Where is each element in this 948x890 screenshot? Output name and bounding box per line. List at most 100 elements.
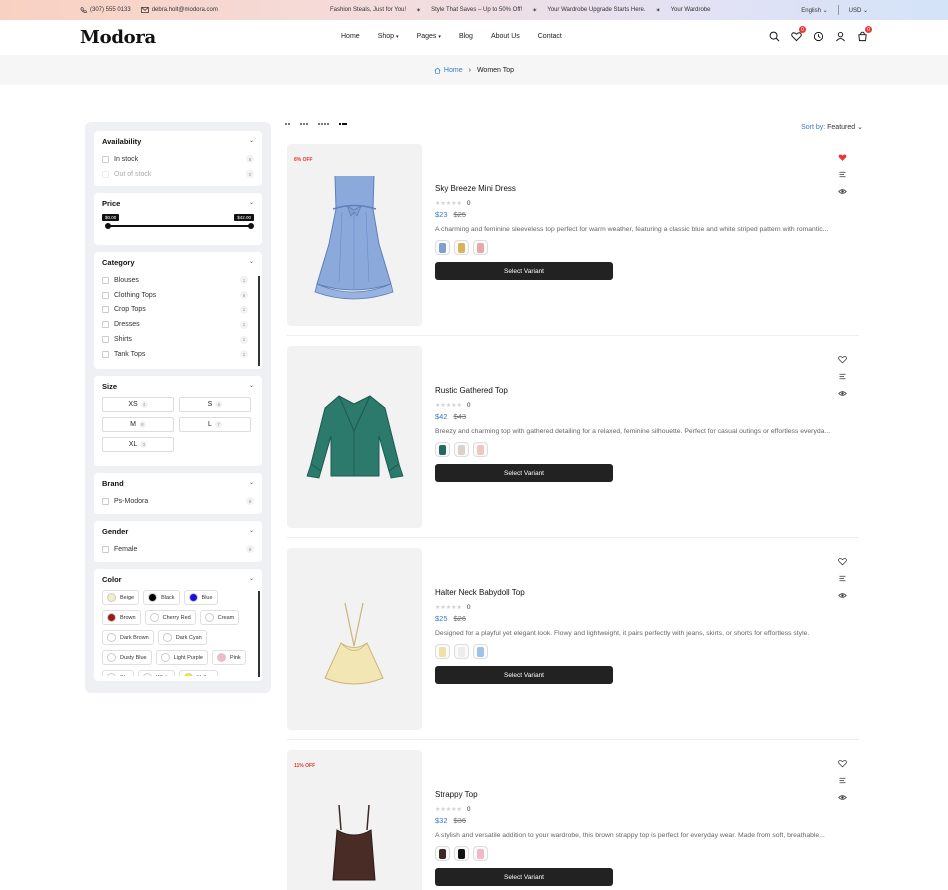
wishlist-icon[interactable]: [838, 557, 847, 566]
color-option[interactable]: Beige: [102, 590, 140, 605]
filter-option[interactable]: In stock 8: [102, 152, 254, 167]
checkbox[interactable]: [102, 306, 109, 314]
grid-2-view-icon[interactable]: [285, 123, 290, 125]
product-image[interactable]: [287, 346, 422, 528]
filter-option[interactable]: Crop Tops 1: [102, 303, 254, 318]
product-title[interactable]: Halter Neck Babydoll Top: [435, 588, 855, 597]
color-option[interactable]: Sky: [102, 670, 135, 676]
filter-option[interactable]: Clothing Tops 6: [102, 288, 254, 303]
variant-swatch[interactable]: [454, 240, 469, 255]
checkbox[interactable]: [102, 497, 109, 505]
scrollbar[interactable]: [258, 591, 260, 677]
color-option[interactable]: Dusty Blue: [102, 650, 152, 665]
grid-3-view-icon[interactable]: [300, 123, 308, 125]
compare-icon[interactable]: [838, 372, 847, 381]
quick-view-icon[interactable]: [838, 591, 847, 600]
size-option[interactable]: XS 4: [102, 397, 174, 412]
price-slider[interactable]: $0.00 $42.00: [102, 214, 254, 240]
filter-header[interactable]: Availability ⌄: [102, 137, 254, 146]
product-image[interactable]: [287, 548, 422, 730]
email-contact[interactable]: debra.holt@modora.com: [140, 7, 218, 13]
product-title[interactable]: Sky Breeze Mini Dress: [435, 184, 855, 193]
variant-swatch[interactable]: [473, 644, 488, 659]
checkbox[interactable]: [102, 276, 109, 284]
grid-4-view-icon[interactable]: [318, 123, 329, 125]
filter-option[interactable]: Shirts 1: [102, 332, 254, 347]
variant-swatch[interactable]: [473, 846, 488, 861]
filter-header[interactable]: Category ⌄: [102, 258, 254, 267]
filter-header[interactable]: Color ⌄: [102, 575, 254, 584]
variant-swatch[interactable]: [435, 644, 450, 659]
nav-blog[interactable]: Blog: [459, 33, 473, 40]
currency-selector[interactable]: USD ⌄: [849, 7, 868, 14]
product-title[interactable]: Strappy Top: [435, 790, 855, 799]
variant-swatch[interactable]: [435, 442, 450, 457]
color-option[interactable]: Cream: [199, 610, 240, 625]
variant-swatch[interactable]: [454, 846, 469, 861]
scrollbar[interactable]: [258, 276, 260, 366]
color-option[interactable]: White: [138, 670, 176, 676]
nav-pages[interactable]: Pages ▾: [417, 33, 441, 40]
select-variant-button[interactable]: Select Variant: [435, 464, 613, 482]
variant-swatch[interactable]: [454, 442, 469, 457]
filter-option[interactable]: Tank Tops 2: [102, 347, 254, 362]
nav-contact[interactable]: Contact: [538, 33, 562, 40]
size-option[interactable]: XL 3: [102, 437, 174, 452]
select-variant-button[interactable]: Select Variant: [435, 666, 613, 684]
size-option[interactable]: S6: [179, 397, 251, 412]
nav-about[interactable]: About Us: [491, 33, 520, 40]
color-option[interactable]: Blue: [183, 590, 218, 605]
product-image[interactable]: 8% OFF: [287, 144, 422, 326]
variant-swatch[interactable]: [435, 240, 450, 255]
price-min-handle[interactable]: [105, 223, 111, 229]
size-option[interactable]: M8: [102, 417, 174, 432]
variant-swatch[interactable]: [435, 846, 450, 861]
nav-home[interactable]: Home: [341, 33, 360, 40]
quick-view-icon[interactable]: [838, 187, 847, 196]
wishlist-icon[interactable]: [838, 355, 847, 364]
breadcrumb-home[interactable]: Home: [434, 67, 463, 74]
history-icon[interactable]: [812, 30, 824, 42]
checkbox[interactable]: [102, 350, 109, 358]
filter-option[interactable]: Blouses 1: [102, 273, 254, 288]
compare-icon[interactable]: [838, 574, 847, 583]
color-option[interactable]: Yellow: [179, 670, 218, 676]
filter-header[interactable]: Size ⌄: [102, 382, 254, 391]
color-option[interactable]: Light Purple: [155, 650, 208, 665]
checkbox[interactable]: [102, 291, 109, 299]
filter-option[interactable]: Ps-Modora 8: [102, 494, 254, 509]
product-title[interactable]: Rustic Gathered Top: [435, 386, 855, 395]
wishlist-icon[interactable]: [838, 759, 847, 768]
size-option[interactable]: L7: [179, 417, 251, 432]
language-selector[interactable]: English ⌄: [801, 7, 827, 14]
color-option[interactable]: Dark Cyan: [157, 630, 207, 645]
cart-icon[interactable]: 0: [856, 26, 872, 42]
logo[interactable]: Modora: [80, 27, 156, 48]
quick-view-icon[interactable]: [838, 793, 847, 802]
color-option[interactable]: Cherry Red: [144, 610, 196, 625]
wishlist-icon[interactable]: 0: [790, 26, 806, 42]
variant-swatch[interactable]: [454, 644, 469, 659]
checkbox[interactable]: [102, 321, 109, 329]
filter-option[interactable]: Female 8: [102, 542, 254, 557]
filter-header[interactable]: Gender ⌄: [102, 527, 254, 536]
list-view-icon[interactable]: [339, 123, 347, 125]
quick-view-icon[interactable]: [838, 389, 847, 398]
product-image[interactable]: 11% OFF: [287, 750, 422, 890]
nav-shop[interactable]: Shop ▾: [378, 33, 399, 40]
checkbox[interactable]: [102, 545, 109, 553]
checkbox[interactable]: [102, 155, 109, 163]
compare-icon[interactable]: [838, 776, 847, 785]
select-variant-button[interactable]: Select Variant: [435, 868, 613, 886]
search-icon[interactable]: [768, 30, 780, 42]
variant-swatch[interactable]: [473, 442, 488, 457]
color-option[interactable]: Dark Brown: [102, 630, 154, 645]
color-option[interactable]: Brown: [102, 610, 141, 625]
filter-option[interactable]: Dresses 1: [102, 317, 254, 332]
account-icon[interactable]: [834, 30, 846, 42]
sort-dropdown[interactable]: Sort by: Featured ⌄: [801, 123, 863, 131]
color-option[interactable]: Black: [143, 590, 180, 605]
price-max-handle[interactable]: [248, 223, 254, 229]
filter-header[interactable]: Brand ⌄: [102, 479, 254, 488]
filter-header[interactable]: Price ⌄: [102, 199, 254, 208]
